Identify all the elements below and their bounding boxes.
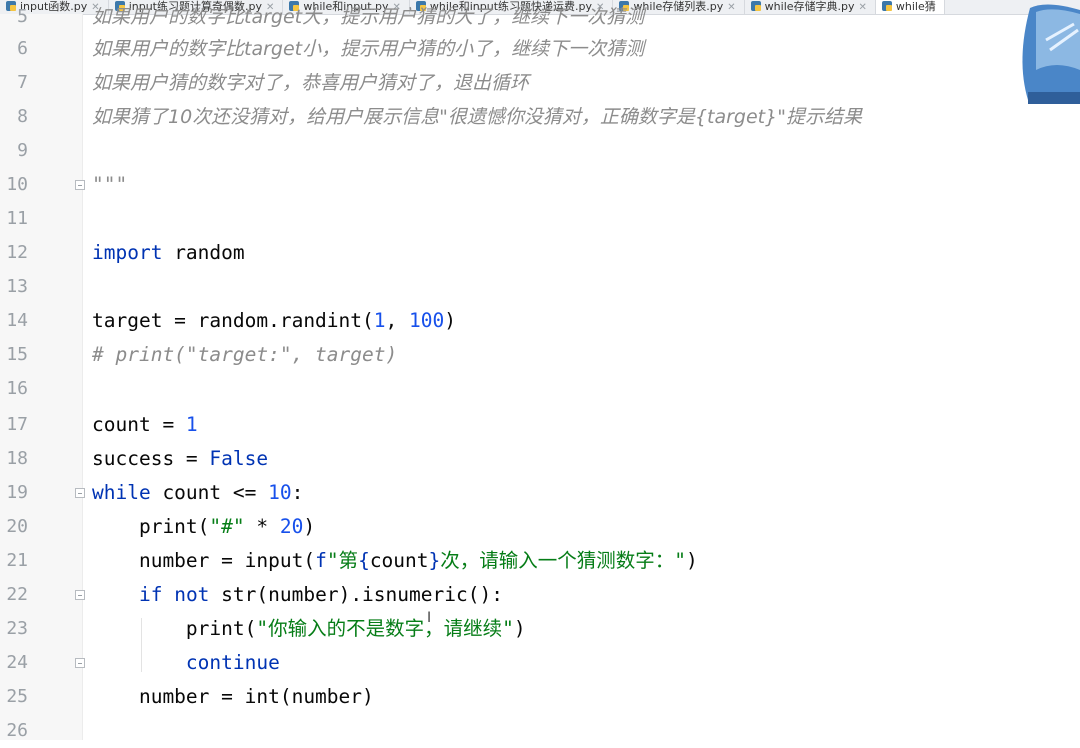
line-number: 17 bbox=[6, 414, 28, 435]
code-line[interactable]: 8 如果猜了10次还没猜对，给用户展示信息"很遗憾你没猜对，正确数字是{targe… bbox=[0, 100, 1080, 134]
code-line[interactable]: 21 number = input(f"第{count}次，请输入一个猜测数字：… bbox=[0, 544, 1080, 578]
code-text: number = input(f"第{count}次，请输入一个猜测数字：") bbox=[92, 549, 698, 572]
code-line[interactable]: 23 print("你输入的不是数字，请继续") bbox=[0, 612, 1080, 646]
code-line[interactable]: 9 bbox=[0, 134, 1080, 168]
code-line[interactable]: 5 如果用户的数字比target大，提示用户猜的大了，继续下一次猜测 bbox=[0, 0, 1080, 34]
docstring-text: 如果用户的数字比target大，提示用户猜的大了，继续下一次猜测 bbox=[92, 6, 645, 28]
code-text: print("#" * 20) bbox=[92, 515, 316, 538]
code-line[interactable]: 15 # print("target:", target) bbox=[0, 338, 1080, 372]
line-number: 19 bbox=[6, 482, 28, 503]
line-number: 12 bbox=[6, 242, 28, 263]
code-line[interactable]: 19 while count <= 10: bbox=[0, 476, 1080, 510]
code-text: count = 1 bbox=[92, 413, 198, 436]
code-line[interactable]: 13 bbox=[0, 270, 1080, 304]
code-line[interactable]: 7 如果用户猜的数字对了，恭喜用户猜对了，退出循环 bbox=[0, 66, 1080, 100]
code-text: import random bbox=[92, 241, 245, 264]
code-line[interactable]: 6 如果用户的数字比target小，提示用户猜的小了，继续下一次猜测 bbox=[0, 32, 1080, 66]
code-line[interactable]: 22 if not str(number).isnumeric(): bbox=[0, 578, 1080, 612]
line-number: 20 bbox=[6, 516, 28, 537]
line-number: 6 bbox=[17, 38, 28, 59]
fold-marker-icon[interactable] bbox=[75, 180, 85, 190]
fold-marker-icon[interactable] bbox=[75, 658, 85, 668]
line-number: 10 bbox=[6, 174, 28, 195]
line-number: 23 bbox=[6, 618, 28, 639]
code-text: success = False bbox=[92, 447, 269, 470]
line-number: 9 bbox=[17, 140, 28, 161]
line-number: 7 bbox=[17, 72, 28, 93]
floating-assistant-widget[interactable] bbox=[1016, 0, 1080, 104]
code-text: print("你输入的不是数字，请继续") bbox=[92, 617, 526, 640]
code-line[interactable]: 11 bbox=[0, 202, 1080, 236]
line-number: 22 bbox=[6, 584, 28, 605]
code-text: if not str(number).isnumeric(): bbox=[138, 583, 503, 606]
code-text: continue bbox=[185, 651, 280, 674]
line-number: 18 bbox=[6, 448, 28, 469]
line-number: 11 bbox=[6, 208, 28, 229]
fold-marker-icon[interactable] bbox=[75, 488, 85, 498]
code-line[interactable]: 26 bbox=[0, 714, 1080, 748]
code-line[interactable]: 12 import random bbox=[0, 236, 1080, 270]
code-line[interactable]: 14 target = random.randint(1, 100) bbox=[0, 304, 1080, 338]
code-line[interactable]: 17 count = 1 bbox=[0, 408, 1080, 442]
line-number: 8 bbox=[17, 106, 28, 127]
line-number: 24 bbox=[6, 652, 28, 673]
code-comment: # print("target:", target) bbox=[92, 343, 398, 366]
line-number: 15 bbox=[6, 344, 28, 365]
line-number: 26 bbox=[6, 720, 28, 741]
code-line[interactable]: 20 print("#" * 20) bbox=[0, 510, 1080, 544]
fold-marker-icon[interactable] bbox=[75, 590, 85, 600]
code-line[interactable]: 24 continue bbox=[0, 646, 1080, 680]
docstring-text: 如果用户猜的数字对了，恭喜用户猜对了，退出循环 bbox=[92, 72, 530, 94]
line-number: 25 bbox=[6, 686, 28, 707]
docstring-text: """ bbox=[92, 173, 128, 196]
docstring-text: 如果用户的数字比target小，提示用户猜的小了，继续下一次猜测 bbox=[92, 38, 645, 60]
code-text: while count <= 10: bbox=[92, 481, 304, 504]
line-number: 14 bbox=[6, 310, 28, 331]
code-line[interactable]: 16 bbox=[0, 372, 1080, 406]
line-number: 5 bbox=[17, 6, 28, 27]
code-line[interactable]: 10 """ bbox=[0, 168, 1080, 202]
line-number: 21 bbox=[6, 550, 28, 571]
code-line[interactable]: 25 number = int(number) bbox=[0, 680, 1080, 714]
code-line[interactable]: 18 success = False bbox=[0, 442, 1080, 476]
line-number: 16 bbox=[6, 378, 28, 399]
text-cursor-icon: I bbox=[427, 610, 432, 626]
line-number: 13 bbox=[6, 276, 28, 297]
code-text: number = int(number) bbox=[92, 685, 374, 708]
docstring-text: 如果猜了10次还没猜对，给用户展示信息"很遗憾你没猜对，正确数字是{target… bbox=[92, 106, 862, 128]
code-text: target = random.randint(1, 100) bbox=[92, 309, 456, 332]
